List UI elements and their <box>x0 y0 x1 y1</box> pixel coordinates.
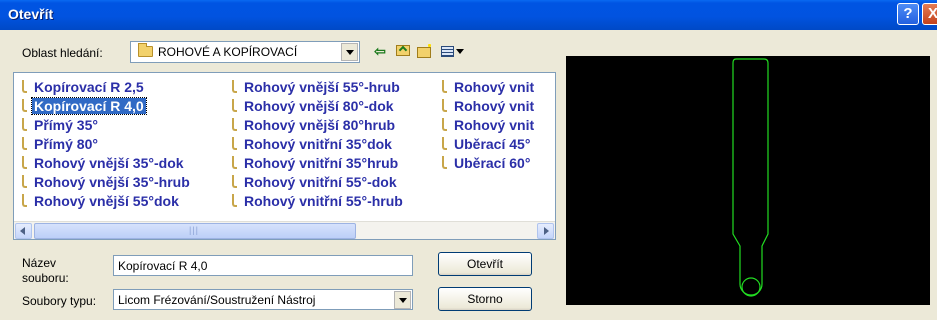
file-column-2: Rohový vnější 55°-hrub Rohový vnější 80°-… <box>232 79 405 212</box>
file-item[interactable]: Rohový vnitřní 55°-hrub <box>232 193 405 212</box>
file-icon <box>442 99 447 112</box>
filename-input[interactable] <box>113 255 413 276</box>
file-name: Rohový vnější 35°-hrub <box>34 174 190 190</box>
file-item[interactable]: Rohový vnit <box>442 117 536 136</box>
file-item[interactable]: Rohový vnit <box>442 79 536 98</box>
file-icon <box>442 80 447 93</box>
filename-label-line2: souboru: <box>22 271 69 285</box>
up-folder-icon[interactable] <box>393 41 413 61</box>
filename-label: Název souboru: <box>22 256 69 286</box>
file-item[interactable]: Rohový vnit <box>442 98 536 117</box>
file-name: Přímý 80° <box>34 136 98 152</box>
file-icon <box>232 156 237 169</box>
file-icon <box>22 99 27 112</box>
file-icon <box>232 137 237 150</box>
open-button[interactable]: Otevřít <box>438 252 532 276</box>
view-menu-icon[interactable] <box>439 41 467 61</box>
file-name: Uběrací 60° <box>454 155 531 171</box>
tool-preview <box>566 56 930 305</box>
file-name: Rohový vnější 80°-dok <box>244 98 394 114</box>
file-item[interactable]: Rohový vnější 80°hrub <box>232 117 405 136</box>
title-bar[interactable]: Otevřít ? X <box>0 0 937 30</box>
file-icon <box>232 99 237 112</box>
file-icon <box>232 175 237 188</box>
file-item[interactable]: Rohový vnější 35°-hrub <box>22 174 192 193</box>
window-title: Otevřít <box>8 6 54 22</box>
folder-icon <box>138 43 153 57</box>
file-name: Kopírovací R 4,0 <box>31 97 147 115</box>
file-icon <box>22 194 27 207</box>
file-list[interactable]: Kopírovací R 2,5 Kopírovací R 4,0 Přímý 35… <box>13 72 556 240</box>
lookin-dropdown-button[interactable] <box>341 43 358 61</box>
scroll-left-icon[interactable] <box>15 223 32 239</box>
file-name: Rohový vnitřní 35°dok <box>244 136 392 152</box>
file-name: Rohový vnit <box>454 79 535 95</box>
file-name: Rohový vnější 35°-dok <box>34 155 184 171</box>
file-item[interactable]: Rohový vnitřní 35°dok <box>232 136 405 155</box>
filetype-value: Licom Frézování/Soustružení Nástroj <box>118 293 316 307</box>
filename-label-line1: Název <box>22 256 57 270</box>
filetype-label: Soubory typu: <box>22 294 97 308</box>
back-arrow-icon[interactable]: ⇦ <box>370 41 390 61</box>
file-icon <box>232 118 237 131</box>
file-icon <box>22 118 27 131</box>
tool-outline-drawing <box>732 58 769 297</box>
file-name: Rohový vnit <box>454 117 535 133</box>
file-name: Přímý 35° <box>34 117 98 133</box>
filetype-dropdown-button[interactable] <box>394 291 411 309</box>
file-icon <box>22 137 27 150</box>
file-item[interactable]: Uběrací 60° <box>442 155 536 174</box>
lookin-label: Oblast hledání: <box>22 46 103 60</box>
file-icon <box>442 118 447 131</box>
close-button[interactable]: X <box>922 3 937 25</box>
file-column-1: Kopírovací R 2,5 Kopírovací R 4,0 Přímý 35… <box>22 79 192 212</box>
horizontal-scrollbar[interactable] <box>14 221 555 239</box>
cancel-button[interactable]: Storno <box>438 287 532 311</box>
file-name: Rohový vnější 55°dok <box>34 193 179 209</box>
lookin-value: ROHOVÉ A KOPÍROVACÍ <box>158 45 298 59</box>
file-name: Rohový vnější 80°hrub <box>244 117 396 133</box>
file-column-3: Rohový vnit Rohový vnit Rohový vnit Uběrací… <box>442 79 536 174</box>
file-icon <box>232 80 237 93</box>
filetype-dropdown[interactable]: Licom Frézování/Soustružení Nástroj <box>113 289 413 310</box>
lookin-dropdown[interactable]: ROHOVÉ A KOPÍROVACÍ <box>130 41 360 63</box>
file-item[interactable]: Uběrací 45° <box>442 136 536 155</box>
file-icon <box>442 156 447 169</box>
file-name: Kopírovací R 2,5 <box>34 79 144 95</box>
file-icon <box>22 175 27 188</box>
file-icon <box>22 80 27 93</box>
file-item[interactable]: Kopírovací R 2,5 <box>22 79 192 98</box>
new-folder-icon[interactable] <box>415 41 435 61</box>
file-item[interactable]: Rohový vnější 80°-dok <box>232 98 405 117</box>
file-item[interactable]: Rohový vnitřní 35°hrub <box>232 155 405 174</box>
scroll-thumb[interactable] <box>34 223 356 239</box>
scroll-right-icon[interactable] <box>537 223 554 239</box>
help-button[interactable]: ? <box>897 3 919 25</box>
file-icon <box>442 137 447 150</box>
file-name: Rohový vnitřní 55°-dok <box>244 174 397 190</box>
file-item[interactable]: Rohový vnitřní 55°-dok <box>232 174 405 193</box>
file-item[interactable]: Rohový vnější 35°-dok <box>22 155 192 174</box>
file-item[interactable]: Rohový vnější 55°-hrub <box>232 79 405 98</box>
file-name: Rohový vnitřní 55°-hrub <box>244 193 403 209</box>
file-icon <box>232 194 237 207</box>
file-item[interactable]: Přímý 35° <box>22 117 192 136</box>
file-item[interactable]: Kopírovací R 4,0 <box>22 97 192 117</box>
file-item[interactable]: Rohový vnější 55°dok <box>22 193 192 212</box>
file-name: Rohový vnitřní 35°hrub <box>244 155 399 171</box>
file-name: Rohový vnější 55°-hrub <box>244 79 400 95</box>
file-name: Uběrací 45° <box>454 136 531 152</box>
file-name: Rohový vnit <box>454 98 535 114</box>
file-item[interactable]: Přímý 80° <box>22 136 192 155</box>
tool-tip-circle <box>741 277 761 297</box>
file-icon <box>22 156 27 169</box>
tool-outline-path <box>732 58 769 296</box>
open-dialog: Otevřít ? X Oblast hledání: ROHOVÉ A KOP… <box>0 0 937 320</box>
